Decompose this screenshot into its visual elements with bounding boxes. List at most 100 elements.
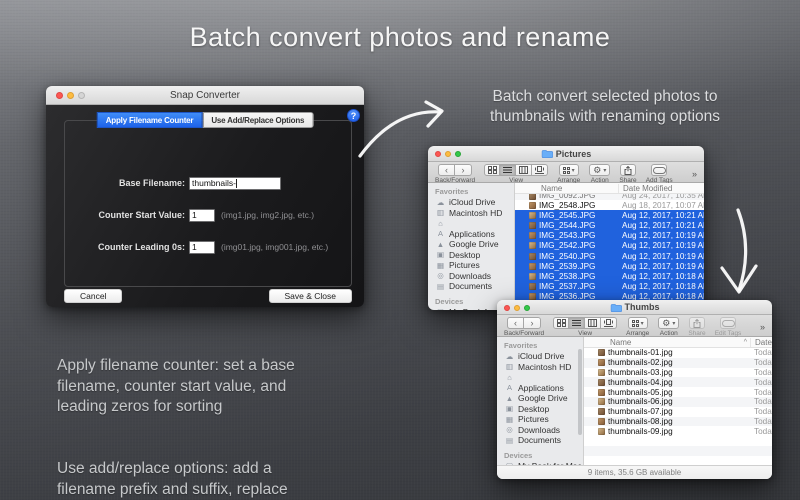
sidebar-item-label: Pictures xyxy=(449,260,480,271)
file-row[interactable]: IMG_2540.JPG Aug 12, 2017, 10:19 AM xyxy=(515,250,704,262)
coverflow-view-button[interactable] xyxy=(532,164,549,176)
arrange-group: ▾ Arrange xyxy=(626,317,649,337)
text-input[interactable]: 1 xyxy=(189,208,215,222)
close-button[interactable] xyxy=(56,92,63,99)
file-row[interactable]: thumbnails-05.jpg Today, xyxy=(584,387,772,397)
sidebar-item-icon: ▢ xyxy=(435,307,446,310)
sidebar-item[interactable]: ▲ Google Drive xyxy=(497,393,583,404)
add-tags-button[interactable] xyxy=(651,164,668,176)
sidebar-item[interactable]: ▲ Google Drive xyxy=(428,239,514,250)
file-row[interactable]: thumbnails-09.jpg Today, xyxy=(584,426,772,437)
column-header-date[interactable]: Date Modified xyxy=(750,337,772,347)
arrange-button[interactable]: ▾ xyxy=(558,164,579,176)
tab-mode[interactable]: Apply Filename Counter xyxy=(96,112,203,128)
traffic-lights xyxy=(56,92,85,99)
sidebar-item[interactable]: A Applications xyxy=(428,229,514,240)
gear-icon: ⚙ xyxy=(593,164,602,175)
action-button[interactable]: ⚙ ▾ xyxy=(589,164,611,176)
file-name: IMG_2537.JPG xyxy=(539,282,596,292)
text-input[interactable]: thumbnails- xyxy=(189,176,281,190)
forward-button[interactable]: › xyxy=(524,317,542,329)
sidebar-item[interactable]: ▦ Pictures xyxy=(428,260,514,271)
file-row[interactable]: IMG_2544.JPG Aug 12, 2017, 10:21 AM xyxy=(515,220,704,231)
toolbar-overflow-button[interactable]: » xyxy=(692,168,697,179)
arrange-icon xyxy=(631,319,639,327)
sidebar-item[interactable]: ▥ Macintosh HD xyxy=(428,208,514,219)
file-row[interactable]: IMG_2539.JPG Aug 12, 2017, 10:19 AM xyxy=(515,261,704,272)
back-button[interactable]: ‹ xyxy=(438,164,456,176)
cancel-button[interactable]: Cancel xyxy=(64,289,123,303)
list-view-button[interactable] xyxy=(569,317,586,329)
list-header: Name Date Modified xyxy=(515,183,704,194)
field-label: Counter Start Value: xyxy=(98,210,185,220)
sidebar-item[interactable]: ⌂ xyxy=(497,372,583,383)
file-row[interactable]: thumbnails-01.jpg Today, xyxy=(584,348,772,358)
icon-view-button[interactable] xyxy=(553,317,570,329)
save-close-button[interactable]: Save & Close xyxy=(268,289,352,303)
file-row[interactable]: IMG_2548.JPG Aug 18, 2017, 10:07 AM xyxy=(515,200,704,210)
sidebar-item[interactable]: ◎ Downloads xyxy=(428,271,514,282)
arrange-group: ▾ Arrange xyxy=(557,164,580,184)
column-header-date[interactable]: Date Modified xyxy=(618,183,704,193)
text-input[interactable]: 1 xyxy=(189,240,215,254)
column-header-name[interactable]: Name ^ xyxy=(584,338,750,347)
file-row[interactable]: thumbnails-04.jpg Today, xyxy=(584,377,772,388)
sidebar-item[interactable]: ▥ Macintosh HD xyxy=(497,362,583,373)
file-row[interactable]: thumbnails-08.jpg Today, xyxy=(584,416,772,427)
sidebar-item[interactable]: ▣ Desktop xyxy=(428,250,514,261)
file-row[interactable]: IMG_2545.JPG Aug 12, 2017, 10:21 AM xyxy=(515,210,704,221)
file-name: thumbnails-07.jpg xyxy=(608,407,673,417)
view-group: View xyxy=(484,164,549,184)
file-row[interactable]: IMG_2543.JPG Aug 12, 2017, 10:19 AM xyxy=(515,230,704,241)
photo-thumbnail-icon xyxy=(598,417,605,425)
sidebar-item-label: Google Drive xyxy=(449,239,499,250)
input-value: thumbnails- xyxy=(192,178,236,188)
file-date: Aug 12, 2017, 10:21 AM xyxy=(622,210,704,220)
pictures-content: Favorites ☁ iCloud Drive ▥ Macintosh HD xyxy=(428,183,704,310)
minimize-button[interactable] xyxy=(67,92,74,99)
zoom-button[interactable] xyxy=(524,305,530,311)
column-view-button[interactable] xyxy=(585,317,602,329)
share-button[interactable] xyxy=(620,164,636,176)
sidebar-item[interactable]: ▣ Desktop xyxy=(497,404,583,415)
file-date: Aug 18, 2017, 10:07 AM xyxy=(622,200,704,210)
sidebar-item[interactable]: ▤ Documents xyxy=(428,281,514,292)
close-button[interactable] xyxy=(504,305,510,311)
zoom-button[interactable] xyxy=(455,151,461,157)
sidebar-item[interactable]: ☁ iCloud Drive xyxy=(497,351,583,362)
file-row[interactable]: IMG_2542.JPG Aug 12, 2017, 10:19 AM xyxy=(515,240,704,251)
pictures-titlebar[interactable]: Pictures xyxy=(428,146,704,162)
tab-mode[interactable]: Use Add/Replace Options xyxy=(202,112,314,128)
photo-thumbnail-icon xyxy=(598,408,605,416)
snap-converter-titlebar[interactable]: Snap Converter xyxy=(46,86,364,105)
file-row[interactable]: thumbnails-07.jpg Today, xyxy=(584,406,772,417)
action-button[interactable]: ⚙ ▾ xyxy=(658,317,680,329)
file-row[interactable]: thumbnails-03.jpg Today, xyxy=(584,367,772,378)
sidebar-item-label: Macintosh HD xyxy=(518,361,572,372)
sidebar-item[interactable]: ▦ Pictures xyxy=(497,414,583,425)
forward-button[interactable]: › xyxy=(455,164,473,176)
file-row[interactable]: IMG_2537.JPG Aug 12, 2017, 10:18 AM xyxy=(515,281,704,292)
arrange-button[interactable]: ▾ xyxy=(627,317,648,329)
file-name: thumbnails-01.jpg xyxy=(608,348,673,358)
sidebar-item[interactable]: ◎ Downloads xyxy=(497,425,583,436)
coverflow-view-button[interactable] xyxy=(601,317,618,329)
sidebar-item[interactable]: A Applications xyxy=(497,383,583,394)
list-view-button[interactable] xyxy=(500,164,517,176)
column-header-name[interactable]: Name xyxy=(515,184,618,193)
sidebar-item[interactable]: ☁ iCloud Drive xyxy=(428,197,514,208)
text-cursor xyxy=(235,178,237,188)
back-button[interactable]: ‹ xyxy=(507,317,525,329)
file-row[interactable]: IMG_2538.JPG Aug 12, 2017, 10:18 AM xyxy=(515,271,704,282)
sidebar-item[interactable]: ▤ Documents xyxy=(497,435,583,446)
file-row[interactable]: thumbnails-02.jpg Today, xyxy=(584,357,772,368)
file-row[interactable]: thumbnails-06.jpg Today, xyxy=(584,396,772,407)
minimize-button[interactable] xyxy=(514,305,520,311)
toolbar-overflow-button[interactable]: » xyxy=(760,321,765,332)
thumbs-titlebar[interactable]: Thumbs xyxy=(497,300,772,315)
icon-view-button[interactable] xyxy=(484,164,501,176)
column-view-button[interactable] xyxy=(516,164,533,176)
sidebar-item[interactable]: ⌂ xyxy=(428,218,514,229)
file-name: IMG_2544.JPG xyxy=(539,220,596,230)
file-row[interactable]: IMG_0092.JPG Aug 24, 2017, 10:35 AM xyxy=(515,194,704,200)
